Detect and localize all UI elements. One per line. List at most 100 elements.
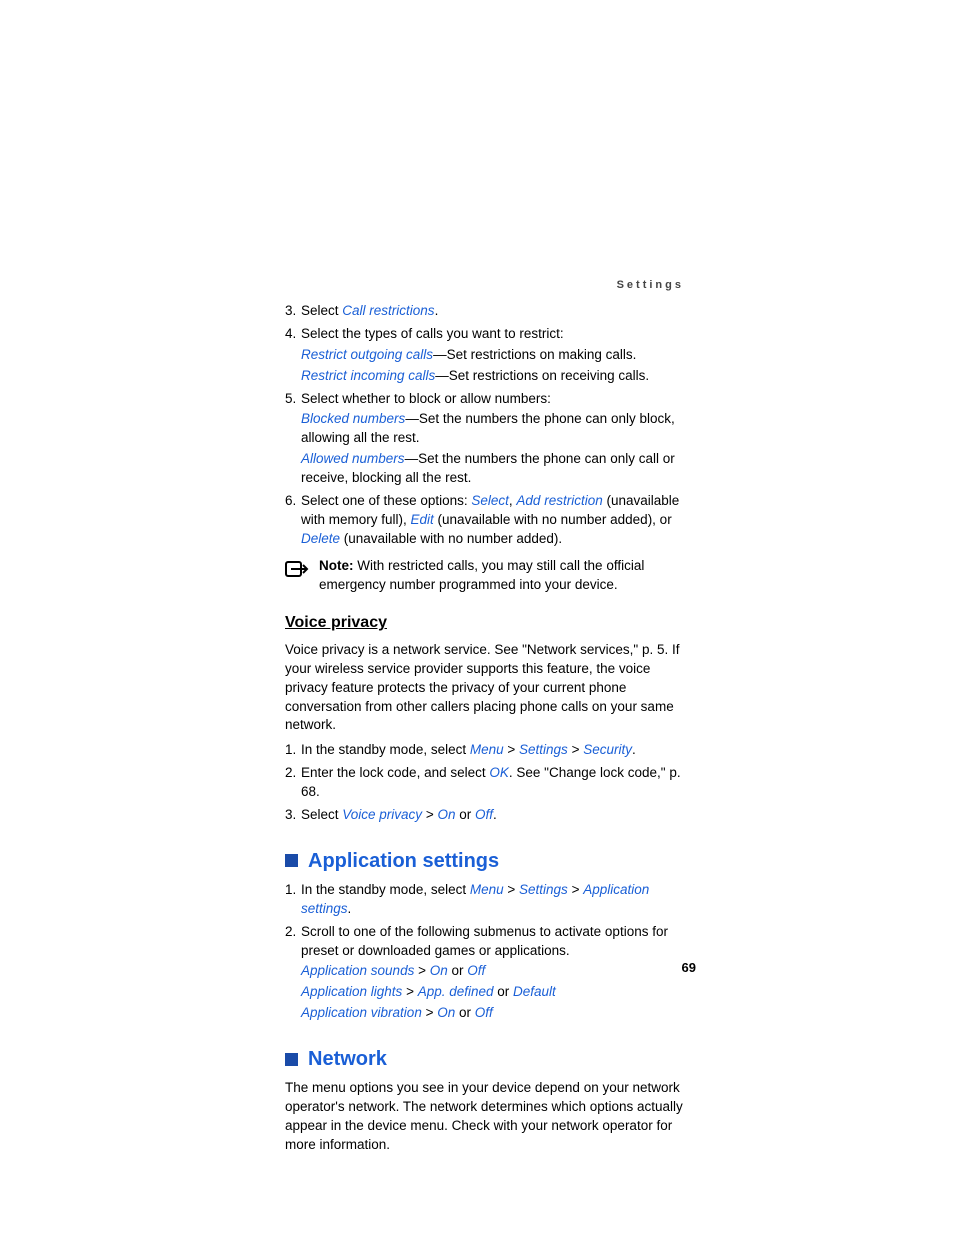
vp-step-2: 2. Enter the lock code, and select OK. S… bbox=[285, 764, 690, 802]
text: or bbox=[494, 984, 514, 999]
text: . bbox=[493, 807, 497, 822]
voice-privacy-paragraph: Voice privacy is a network service. See … bbox=[285, 641, 690, 735]
step-text: Select whether to block or allow numbers… bbox=[301, 390, 690, 488]
note-text: Note: With restricted calls, you may sti… bbox=[319, 557, 690, 595]
step-3: 3. Select Call restrictions. bbox=[285, 302, 690, 321]
square-bullet-icon bbox=[285, 854, 298, 867]
link-application-lights[interactable]: Application lights bbox=[301, 984, 402, 999]
text: > bbox=[414, 963, 429, 978]
link-add-restriction[interactable]: Add restriction bbox=[516, 493, 602, 508]
text: —Set restrictions on making calls. bbox=[433, 347, 636, 362]
text: (unavailable with no number added). bbox=[340, 531, 562, 546]
text: . bbox=[632, 742, 636, 757]
step-number: 4. bbox=[285, 325, 301, 386]
link-application-vibration[interactable]: Application vibration bbox=[301, 1005, 422, 1020]
heading-voice-privacy: Voice privacy bbox=[285, 612, 690, 634]
text: or bbox=[455, 1005, 475, 1020]
text: Select whether to block or allow numbers… bbox=[301, 391, 551, 406]
link-on[interactable]: On bbox=[430, 963, 448, 978]
note-body: With restricted calls, you may still cal… bbox=[319, 558, 644, 592]
network-paragraph: The menu options you see in your device … bbox=[285, 1079, 690, 1155]
heading-application-settings: Application settings bbox=[285, 847, 690, 875]
text: (unavailable with no number added), or bbox=[434, 512, 672, 527]
link-settings[interactable]: Settings bbox=[519, 882, 568, 897]
link-app-defined[interactable]: App. defined bbox=[418, 984, 494, 999]
text: > bbox=[402, 984, 417, 999]
content-area: 3. Select Call restrictions. 4. Select t… bbox=[285, 278, 690, 1161]
page: Settings 3. Select Call restrictions. 4.… bbox=[0, 0, 954, 1235]
text: or bbox=[448, 963, 468, 978]
text: > bbox=[568, 742, 583, 757]
note-icon bbox=[285, 557, 319, 595]
page-number: 69 bbox=[682, 959, 696, 977]
step-6: 6. Select one of these options: Select, … bbox=[285, 492, 690, 549]
link-select[interactable]: Select bbox=[471, 493, 509, 508]
step-number: 3. bbox=[285, 302, 301, 321]
link-blocked-numbers[interactable]: Blocked numbers bbox=[301, 411, 405, 426]
step-number: 2. bbox=[285, 764, 301, 802]
steps-list-voice-privacy: 1. In the standby mode, select Menu > Se… bbox=[285, 741, 690, 825]
step-text: Select Voice privacy > On or Off. bbox=[301, 806, 690, 825]
text: . bbox=[435, 303, 439, 318]
step-text: Select the types of calls you want to re… bbox=[301, 325, 690, 386]
step-number: 6. bbox=[285, 492, 301, 549]
link-security[interactable]: Security bbox=[583, 742, 632, 757]
square-bullet-icon bbox=[285, 1053, 298, 1066]
link-voice-privacy[interactable]: Voice privacy bbox=[342, 807, 422, 822]
text: > bbox=[504, 882, 519, 897]
as-step-1: 1. In the standby mode, select Menu > Se… bbox=[285, 881, 690, 919]
step-text: In the standby mode, select Menu > Setti… bbox=[301, 741, 690, 760]
link-settings[interactable]: Settings bbox=[519, 742, 568, 757]
text: Select bbox=[301, 303, 342, 318]
step-text: In the standby mode, select Menu > Setti… bbox=[301, 881, 690, 919]
note-block: Note: With restricted calls, you may sti… bbox=[285, 557, 690, 595]
vp-step-1: 1. In the standby mode, select Menu > Se… bbox=[285, 741, 690, 760]
text: > bbox=[504, 742, 519, 757]
step-number: 2. bbox=[285, 923, 301, 1023]
link-restrict-incoming[interactable]: Restrict incoming calls bbox=[301, 368, 435, 383]
text: Select one of these options: bbox=[301, 493, 471, 508]
link-delete[interactable]: Delete bbox=[301, 531, 340, 546]
step-number: 1. bbox=[285, 741, 301, 760]
text: . bbox=[348, 901, 352, 916]
step-number: 1. bbox=[285, 881, 301, 919]
steps-list-app-settings: 1. In the standby mode, select Menu > Se… bbox=[285, 881, 690, 1023]
text: —Set restrictions on receiving calls. bbox=[435, 368, 649, 383]
link-ok[interactable]: OK bbox=[489, 765, 509, 780]
link-call-restrictions[interactable]: Call restrictions bbox=[342, 303, 434, 318]
link-off[interactable]: Off bbox=[467, 963, 485, 978]
step-text: Select one of these options: Select, Add… bbox=[301, 492, 690, 549]
step-text: Enter the lock code, and select OK. See … bbox=[301, 764, 690, 802]
link-off[interactable]: Off bbox=[475, 1005, 493, 1020]
heading-network: Network bbox=[285, 1045, 690, 1073]
text: > bbox=[422, 807, 437, 822]
link-edit[interactable]: Edit bbox=[411, 512, 434, 527]
heading-text: Application settings bbox=[308, 847, 499, 875]
step-text: Scroll to one of the following submenus … bbox=[301, 923, 690, 1023]
note-label: Note: bbox=[319, 558, 357, 573]
text: Select bbox=[301, 807, 342, 822]
link-restrict-outgoing[interactable]: Restrict outgoing calls bbox=[301, 347, 433, 362]
link-on[interactable]: On bbox=[437, 807, 455, 822]
link-off[interactable]: Off bbox=[475, 807, 493, 822]
link-application-sounds[interactable]: Application sounds bbox=[301, 963, 414, 978]
vp-step-3: 3. Select Voice privacy > On or Off. bbox=[285, 806, 690, 825]
step-4: 4. Select the types of calls you want to… bbox=[285, 325, 690, 386]
text: > bbox=[422, 1005, 437, 1020]
link-allowed-numbers[interactable]: Allowed numbers bbox=[301, 451, 405, 466]
as-step-2: 2. Scroll to one of the following submen… bbox=[285, 923, 690, 1023]
text: Enter the lock code, and select bbox=[301, 765, 489, 780]
text: or bbox=[455, 807, 475, 822]
link-menu[interactable]: Menu bbox=[470, 882, 504, 897]
step-number: 5. bbox=[285, 390, 301, 488]
text: > bbox=[568, 882, 583, 897]
heading-text: Network bbox=[308, 1045, 387, 1073]
link-default[interactable]: Default bbox=[513, 984, 556, 999]
text: In the standby mode, select bbox=[301, 882, 470, 897]
link-menu[interactable]: Menu bbox=[470, 742, 504, 757]
text: Scroll to one of the following submenus … bbox=[301, 924, 668, 958]
text: Select the types of calls you want to re… bbox=[301, 326, 564, 341]
link-on[interactable]: On bbox=[437, 1005, 455, 1020]
step-number: 3. bbox=[285, 806, 301, 825]
steps-list-1: 3. Select Call restrictions. 4. Select t… bbox=[285, 302, 690, 549]
